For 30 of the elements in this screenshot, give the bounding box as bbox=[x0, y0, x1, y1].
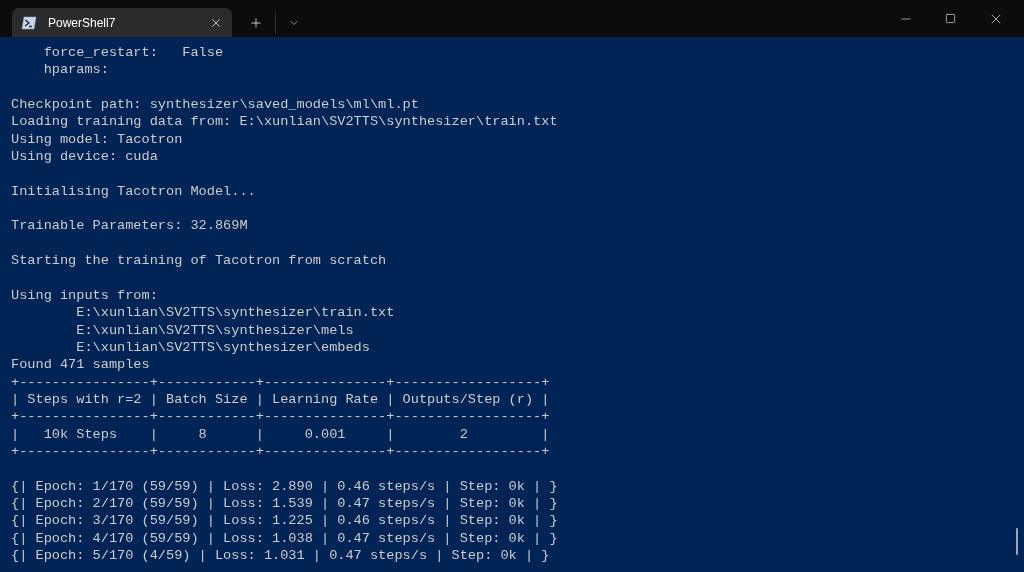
terminal-line: Starting the training of Tacotron from scratch bbox=[11, 252, 387, 270]
terminal-line: Loading training data from: E:\xunlian\SV2TTS\synthesizer\train.txt bbox=[11, 113, 558, 131]
tab-title: PowerShell7 bbox=[48, 14, 117, 32]
terminal-line: {| Epoch: 2/170 (59/59) | Loss: 1.539 | 0.47 steps/s | Step: 0k | } bbox=[11, 494, 558, 513]
terminal-line: Checkpoint path: synthesizer\saved_models\ml\ml.pt bbox=[11, 96, 419, 114]
terminal-line: E:\xunlian\SV2TTS\synthesizer\mels bbox=[75, 321, 354, 339]
terminal-line: E:\xunlian\SV2TTS\synthesizer\embeds bbox=[75, 338, 370, 357]
terminal-line: | Steps with r=2 | Batch Size | Learning Rate | Outputs/Step (r) | bbox=[11, 390, 550, 409]
terminal-line: {| Epoch: 4/170 (59/59) | Loss: 1.038 | 0.47 steps/s | Step: 0k | } bbox=[11, 529, 558, 547]
terminal-line: {| Epoch: 3/170 (59/59) | Loss: 1.225 | 0.46 steps/s | Step: 0k | } bbox=[11, 512, 558, 530]
terminal-line: {| Epoch: 1/170 (59/59) | Loss: 2.890 | 0.46 steps/s | Step: 0k | } bbox=[11, 477, 558, 495]
terminal-line: hparams: bbox=[42, 61, 109, 79]
terminal-line: Found 471 samples bbox=[11, 356, 150, 374]
terminal-line: +----------------+------------+---------------+------------------+ bbox=[11, 442, 550, 461]
terminal-line: +----------------+------------+---------------+------------------+ bbox=[11, 373, 550, 391]
maximize-icon[interactable] bbox=[945, 13, 956, 24]
terminal-line: {| Epoch: 5/170 (4/59) | Loss: 1.031 | 0.47 steps/s | Step: 0k | } bbox=[11, 546, 550, 565]
terminal-line: Using model: Tacotron bbox=[11, 130, 183, 149]
terminal-icon bbox=[21, 15, 37, 30]
terminal-line: Using inputs from: bbox=[11, 286, 158, 305]
terminal-line: E:\xunlian\SV2TTS\synthesizer\train.txt bbox=[75, 304, 395, 322]
terminal-line: Trainable Parameters: 32.869M bbox=[11, 217, 248, 235]
terminal-line: Using device: cuda bbox=[11, 148, 158, 166]
terminal-line: +----------------+------------+---------------+------------------+ bbox=[11, 408, 550, 426]
new-tab-icon[interactable] bbox=[249, 15, 263, 30]
scrollbar[interactable] bbox=[1016, 528, 1018, 555]
terminal-tab[interactable]: PowerShell7 bbox=[12, 8, 232, 37]
terminal-line: Initialising Tacotron Model... bbox=[11, 182, 256, 201]
terminal-line: force_restart: False bbox=[42, 44, 224, 62]
terminal-line: | 10k Steps | 8 | 0.001 | 2 | bbox=[11, 425, 550, 443]
